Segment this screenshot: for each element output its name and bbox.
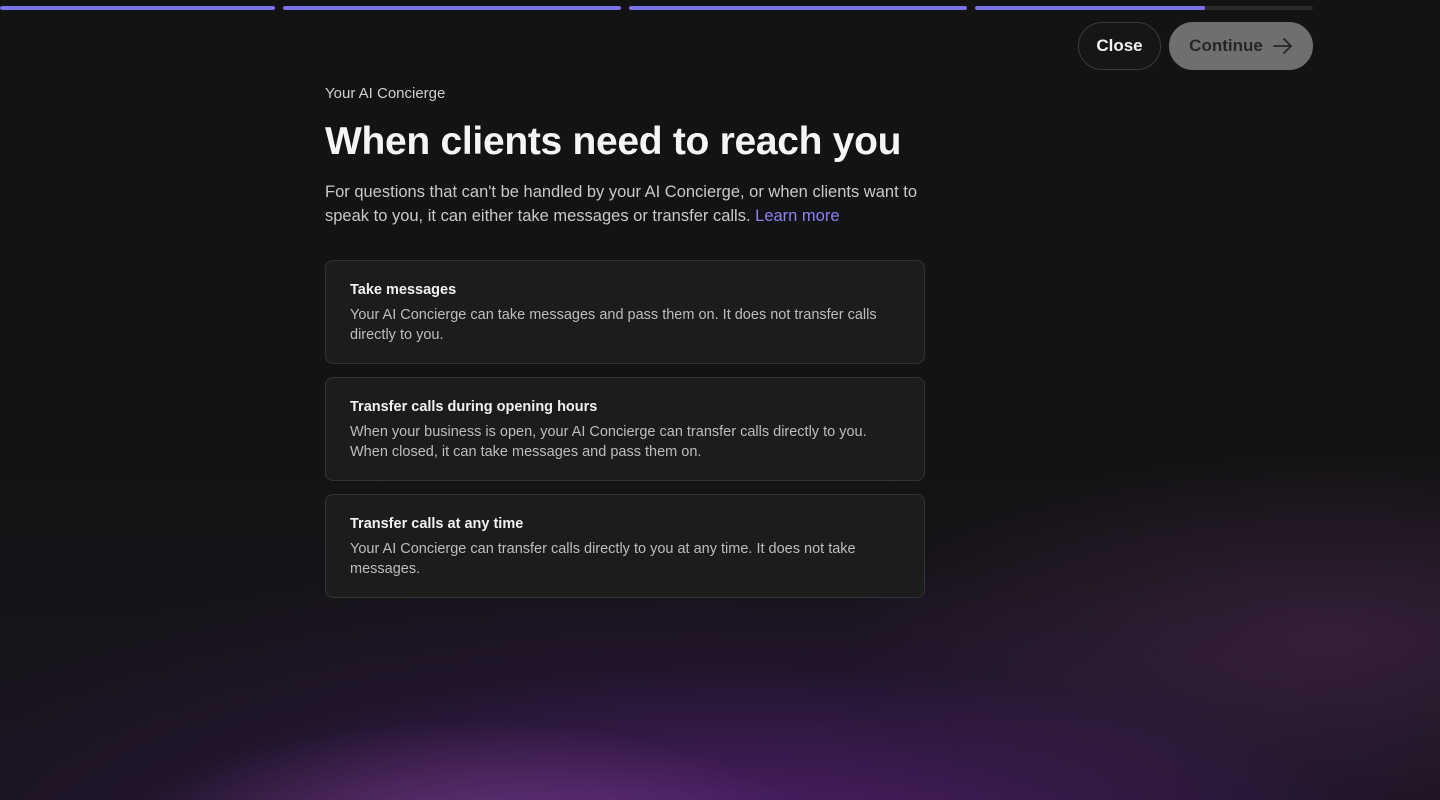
- progress-segment-fill: [0, 6, 275, 10]
- progress-segment: [283, 6, 621, 10]
- option-description: When your business is open, your AI Conc…: [350, 424, 867, 460]
- continue-button-label: Continue: [1189, 36, 1263, 55]
- progress-segment: [629, 6, 967, 10]
- option-title: Transfer calls during opening hours: [350, 399, 598, 415]
- progress-segment: [0, 6, 275, 10]
- option-transfer-opening-hours[interactable]: Transfer calls during opening hours When…: [325, 377, 925, 481]
- top-actions: Close Continue: [1078, 22, 1313, 70]
- continue-button[interactable]: Continue: [1169, 22, 1313, 70]
- option-description: Your AI Concierge can take messages and …: [350, 307, 877, 343]
- learn-more-link[interactable]: Learn more: [755, 207, 839, 225]
- option-transfer-any-time[interactable]: Transfer calls at any time Your AI Conci…: [325, 494, 925, 598]
- option-take-messages[interactable]: Take messages Your AI Concierge can take…: [325, 260, 925, 364]
- main-content: Your AI Concierge When clients need to r…: [325, 84, 925, 598]
- page-description: For questions that can't be handled by y…: [325, 180, 925, 228]
- eyebrow-label: Your AI Concierge: [325, 85, 446, 102]
- option-description: Your AI Concierge can transfer calls dir…: [350, 541, 856, 577]
- option-title: Take messages: [350, 282, 457, 298]
- progress-segment-fill: [283, 6, 621, 10]
- arrow-right-icon: [1272, 38, 1293, 54]
- progress-bar: [0, 6, 1313, 10]
- progress-segment-fill: [975, 6, 1205, 10]
- onboarding-page: Close Continue Your AI Concierge When cl…: [0, 0, 1440, 800]
- option-list: Take messages Your AI Concierge can take…: [325, 260, 925, 598]
- option-title: Transfer calls at any time: [350, 516, 524, 532]
- progress-segment: [975, 6, 1313, 10]
- progress-segment-fill: [629, 6, 967, 10]
- close-button[interactable]: Close: [1078, 22, 1161, 70]
- close-button-label: Close: [1096, 36, 1143, 55]
- page-title: When clients need to reach you: [325, 120, 902, 163]
